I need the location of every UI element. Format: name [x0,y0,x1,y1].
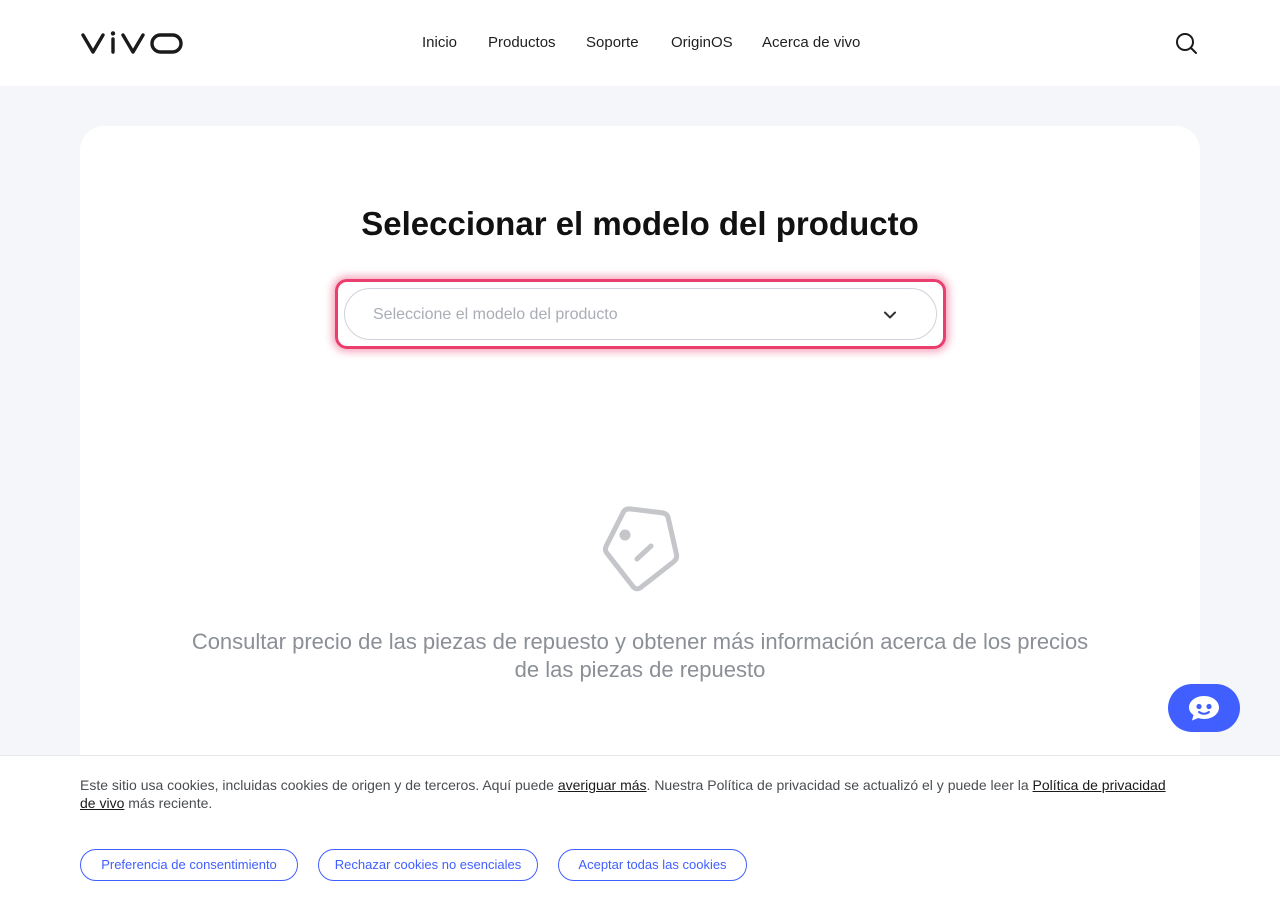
accept-all-cookies-button[interactable]: Aceptar todas las cookies [558,849,747,881]
nav-item-inicio[interactable]: Inicio [422,34,457,52]
page-title: Seleccionar el modelo del producto [361,205,919,242]
nav-item-productos[interactable]: Productos [488,34,556,52]
select-placeholder: Seleccione el modelo del producto [373,306,618,323]
learn-more-link[interactable]: averiguar más [558,777,647,793]
chat-support-button[interactable] [1168,684,1240,732]
consent-preferences-button[interactable]: Preferencia de consentimiento [80,849,298,881]
nav-item-soporte[interactable]: Soporte [586,34,639,52]
reject-nonessential-cookies-button[interactable]: Rechazar cookies no esenciales [318,849,538,881]
empty-state-text: Consultar precio de las piezas de repues… [191,629,1089,682]
main-nav: Inicio Productos Soporte OriginOS Acerca… [0,0,1280,86]
product-model-card: Seleccionar el modelo del producto Selec… [80,126,1200,826]
cookie-notice-text: Este sitio usa cookies, incluidas cookie… [80,777,1166,811]
chevron-down-icon [884,311,896,319]
nav-item-acerca-de-vivo[interactable]: Acerca de vivo [762,34,860,52]
search-icon[interactable] [1174,31,1198,55]
price-tag-icon [602,506,680,592]
cookie-banner: Este sitio usa cookies, incluidas cookie… [0,755,1280,900]
nav-item-originos[interactable]: OriginOS [671,34,733,52]
product-model-select[interactable]: Seleccione el modelo del producto [344,288,937,340]
chat-bot-icon [1189,696,1219,721]
site-header: vivo Inicio Productos Soporte OriginOS A… [0,0,1280,86]
